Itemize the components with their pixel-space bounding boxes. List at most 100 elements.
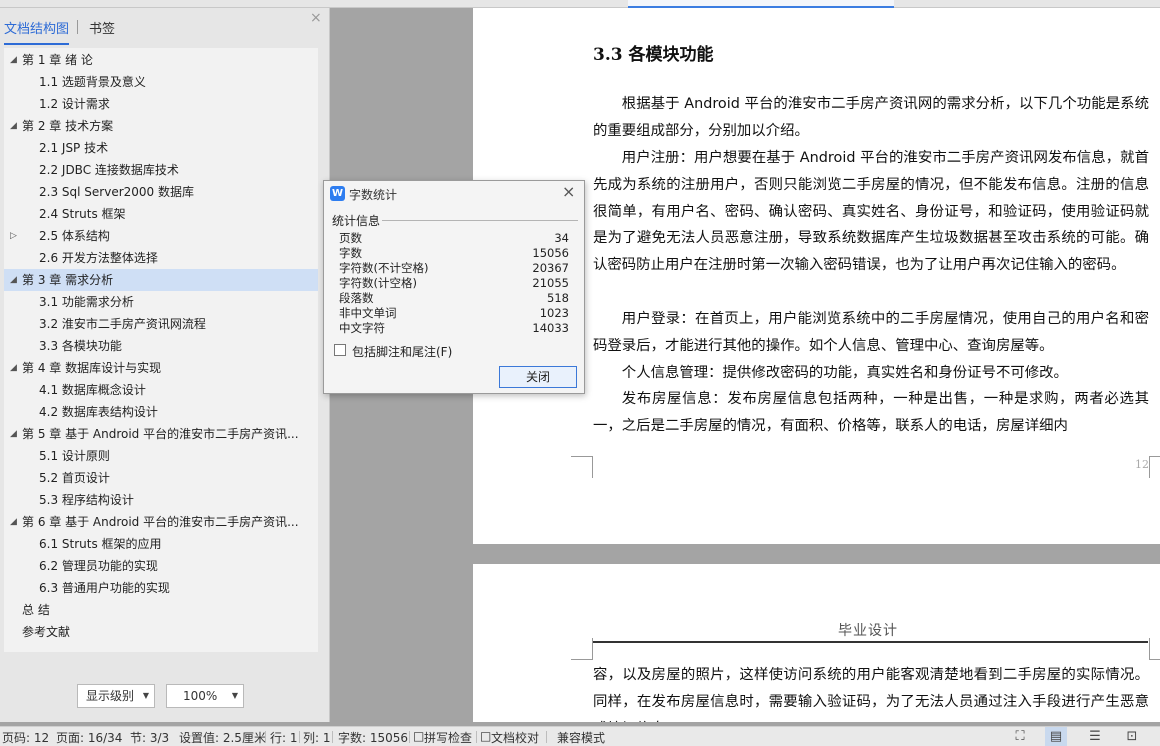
outline-item[interactable]: 6.3 普通用户功能的实现 [4,577,318,599]
collapse-arrow-icon[interactable]: ◢ [10,115,17,137]
tab-document-map[interactable]: 文档结构图 [4,18,70,45]
active-window-tab[interactable] [628,0,894,8]
app-logo-icon: W [330,186,345,201]
outline-item[interactable]: 5.3 程序结构设计 [4,489,318,511]
outline-view-icon[interactable]: ☰ [1084,727,1106,746]
fullscreen-view-icon[interactable]: ⛶ [1009,727,1031,746]
outline-item[interactable]: 4.1 数据库概念设计 [4,379,318,401]
outline-item-label: 1.2 设计需求 [39,97,110,111]
status-divider [265,731,266,743]
status-word-count[interactable]: 字数: 15056 [338,729,408,746]
outline-item[interactable]: 3.3 各模块功能 [4,335,318,357]
word-count-dialog: W 字数统计 × 统计信息 页数 34 字数 15056 字符数(不计空格) 20367 字… [323,180,585,394]
outline-item-label: 2.3 Sql Server2000 数据库 [39,185,194,199]
status-divider [299,731,300,743]
outline-item-label: 5.2 首页设计 [39,471,110,485]
status-proofread[interactable]: 文档校对 [491,729,539,746]
outline-item-label: 3.2 淮安市二手房产资讯网流程 [39,317,206,331]
level-dropdown[interactable]: 显示级别 ▼ [77,684,155,708]
outline-item[interactable]: ◢ 第 4 章 数据库设计与实现 [4,357,318,379]
outline-item[interactable]: 参考文献 [4,621,318,643]
close-icon[interactable]: × [310,10,322,26]
stat-value: 34 [554,231,569,245]
outline-item[interactable]: 1.2 设计需求 [4,93,318,115]
stat-label: 中文字符 [339,321,385,335]
stat-value: 20367 [532,261,569,275]
stat-value: 21055 [532,276,569,290]
chevron-down-icon: ▼ [231,691,238,700]
header-rule [592,641,1148,643]
collapse-arrow-icon[interactable]: ◢ [10,423,17,445]
outline-item[interactable]: ▷ 2.5 体系结构 [4,225,318,247]
document-outline-tree: ◢ 第 1 章 绪 论 1.1 选题背景及意义 1.2 设计需求 ◢ 第 2 章 技术方案… [4,48,318,652]
outline-item[interactable]: 3.2 淮安市二手房产资讯网流程 [4,313,318,335]
outline-item[interactable]: 1.1 选题背景及意义 [4,71,318,93]
status-section: 节: 3/3 [130,731,170,745]
outline-item-label: 2.5 体系结构 [39,229,110,243]
collapse-arrow-icon[interactable]: ◢ [10,49,17,71]
outline-item[interactable]: 2.2 JDBC 连接数据库技术 [4,159,318,181]
outline-item-label: 2.1 JSP 技术 [39,141,109,155]
status-spell-check[interactable]: 拼写检查 [424,729,472,746]
stat-label: 页数 [339,231,362,245]
outline-item[interactable]: 2.1 JSP 技术 [4,137,318,159]
outline-item[interactable]: 3.1 功能需求分析 [4,291,318,313]
outline-item[interactable]: 4.2 数据库表结构设计 [4,401,318,423]
outline-item-label: 2.6 开发方法整体选择 [39,251,158,265]
document-page[interactable]: 毕业设计 容，以及房屋的照片，这样使访问系统的用户能客观清楚地看到二手房屋的实际… [473,564,1160,722]
close-button[interactable]: 关闭 [499,366,577,388]
outline-item-label: 第 5 章 基于 Android 平台的淮安市二手房产资讯... [22,427,299,441]
outline-item-label: 2.2 JDBC 连接数据库技术 [39,163,179,177]
outline-item-label: 总 结 [22,603,50,617]
outline-item[interactable]: 2.6 开发方法整体选择 [4,247,318,269]
status-setting: 设置值: 2.5厘米 [179,731,266,745]
outline-item[interactable]: ◢ 第 5 章 基于 Android 平台的淮安市二手房产资讯... [4,423,318,445]
stat-row: 页数 34 [339,231,569,246]
margin-corner-mark [571,456,593,478]
proofread-checkbox-icon[interactable]: □ [480,729,491,743]
outline-item[interactable]: 6.1 Struts 框架的应用 [4,533,318,555]
level-dropdown-label: 显示级别 [86,689,135,703]
outline-item[interactable]: ◢ 第 3 章 需求分析 [4,269,318,291]
page-header-text: 毕业设计 [838,623,898,639]
outline-item[interactable]: 5.2 首页设计 [4,467,318,489]
status-col: 列: 1 [303,731,331,745]
stats-group-label: 统计信息 [332,214,381,228]
collapse-arrow-icon[interactable]: ◢ [10,511,17,533]
outline-item-label: 3.3 各模块功能 [39,339,122,353]
stat-label: 字符数(不计空格) [339,261,429,275]
body-paragraph: 根据基于 Android 平台的淮安市二手房产资讯网的需求分析，以下几个功能是系… [593,96,1149,139]
status-page-code[interactable]: 页码: 12 [2,729,49,746]
zoom-dropdown[interactable]: 100% ▼ [166,684,244,708]
outline-item-label: 第 4 章 数据库设计与实现 [22,361,162,375]
dialog-title: 字数统计 [349,188,398,202]
outline-item[interactable]: 6.2 管理员功能的实现 [4,555,318,577]
collapse-arrow-icon[interactable]: ◢ [10,357,17,379]
tab-bookmarks[interactable]: 书签 [89,18,115,37]
status-page[interactable]: 页面: 16/34 [56,729,122,746]
outline-item[interactable]: 5.1 设计原则 [4,445,318,467]
outline-item[interactable]: ◢ 第 6 章 基于 Android 平台的淮安市二手房产资讯... [4,511,318,533]
expand-arrow-icon[interactable]: ▷ [10,225,17,247]
outline-item[interactable]: ◢ 第 2 章 技术方案 [4,115,318,137]
outline-item-label: 1.1 选题背景及意义 [39,75,146,89]
navigation-footer: 显示级别 ▼ 100% ▼ [0,684,330,714]
include-footnotes-label[interactable]: 包括脚注和尾注(F) [352,343,452,360]
outline-item-label: 第 1 章 绪 论 [22,53,93,67]
outline-item[interactable]: 2.3 Sql Server2000 数据库 [4,181,318,203]
status-divider [409,731,410,743]
collapse-arrow-icon[interactable]: ◢ [10,269,17,291]
outline-item[interactable]: 总 结 [4,599,318,621]
outline-item[interactable]: 2.4 Struts 框架 [4,203,318,225]
web-view-icon[interactable]: ⊡ [1121,727,1143,746]
include-footnotes-checkbox[interactable] [334,344,346,356]
outline-item-label: 第 2 章 技术方案 [22,119,114,133]
section-heading: 3.3 各模块功能 [593,45,714,65]
page-view-icon[interactable]: ▤ [1045,727,1067,746]
outline-item-label: 第 6 章 基于 Android 平台的淮安市二手房产资讯... [22,515,299,529]
spell-check-checkbox-icon[interactable]: □ [413,729,424,743]
outline-item[interactable]: ◢ 第 1 章 绪 论 [4,49,318,71]
body-paragraph: 用户登录：在首页上，用户能浏览系统中的二手房屋情况，使用自己的用户名和密码登录后… [593,311,1149,354]
status-divider [476,731,477,743]
close-icon[interactable]: × [562,182,575,201]
